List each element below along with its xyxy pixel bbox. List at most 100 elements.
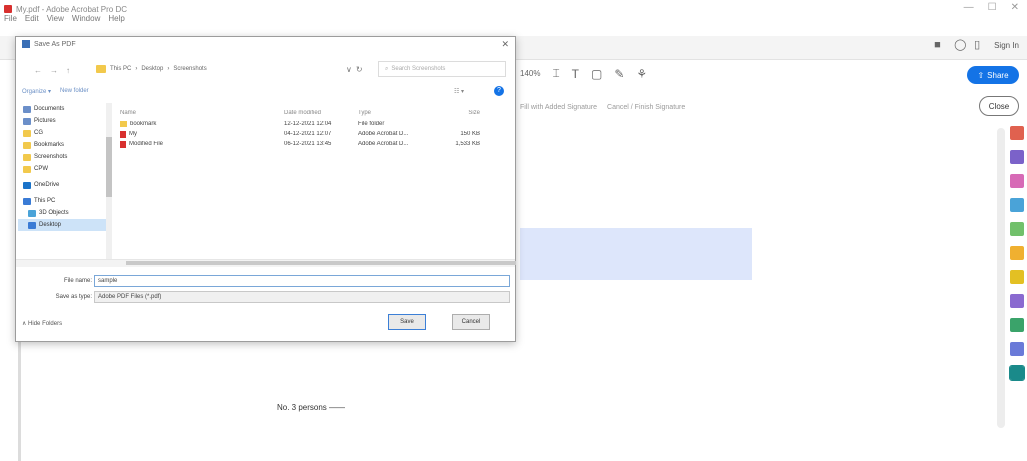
save-as-dialog: Save As PDF ✕ ← → ↑ This PC › Desktop › … — [15, 36, 516, 342]
file-type: Adobe Acrobat D... — [358, 131, 409, 137]
close-window-button[interactable]: ✕ — [1011, 2, 1019, 13]
file-name-row: File name: sample — [16, 275, 515, 289]
new-folder-button[interactable]: New folder — [60, 88, 89, 94]
select-icon[interactable]: ⌶ — [552, 66, 559, 81]
dialog-title: Save As PDF — [34, 40, 76, 48]
menu-view[interactable]: View — [47, 14, 64, 23]
combine-files-icon[interactable] — [1010, 198, 1024, 212]
navigation-pane: Documents Pictures CG Bookmarks Screensh… — [18, 103, 110, 263]
comment-icon[interactable]: ▢ — [591, 67, 602, 81]
crumb-this-pc[interactable]: This PC — [110, 66, 131, 72]
search-icon: ⌕ — [385, 65, 389, 72]
view-options-button[interactable]: ☷ ▾ — [454, 88, 464, 95]
nav-item-cpw[interactable]: CPW — [18, 163, 110, 175]
file-list-header: Name Date modified Type Size — [116, 107, 508, 119]
file-row[interactable]: Modified File 06-12-2021 13:45 Adobe Acr… — [116, 139, 508, 149]
save-type-select[interactable]: Adobe PDF Files (*.pdf) — [94, 291, 510, 303]
scan-ocr-icon[interactable] — [1010, 270, 1024, 284]
desktop-icon — [28, 221, 36, 229]
file-row[interactable]: My 04-12-2021 12:07 Adobe Acrobat D... 1… — [116, 129, 508, 139]
pen-icon[interactable]: ✎ — [614, 67, 624, 81]
edit-pdf-icon[interactable] — [1010, 174, 1024, 188]
menu-file[interactable]: File — [4, 14, 17, 23]
organize-pages-icon[interactable] — [1010, 222, 1024, 236]
save-button[interactable]: Save — [388, 314, 426, 330]
help-icon[interactable]: ◯ — [954, 40, 966, 51]
tools-more-icon[interactable] — [1009, 365, 1025, 381]
sign-in-button[interactable]: Sign In — [994, 41, 1019, 50]
refresh-icon[interactable]: ↻ — [356, 65, 363, 74]
protect-icon[interactable] — [1010, 342, 1024, 356]
nav-item-desktop[interactable]: Desktop — [18, 219, 110, 231]
bell-icon[interactable]: ▯ — [974, 40, 984, 51]
fill-hint-1[interactable]: Fill with Added Signature — [520, 104, 597, 111]
nav-item-onedrive[interactable]: OneDrive — [18, 179, 110, 191]
cancel-button[interactable]: Cancel — [452, 314, 490, 330]
up-arrow-icon[interactable]: ↑ — [66, 66, 70, 75]
search-input[interactable]: ⌕ Search Screenshots — [378, 61, 506, 77]
fill-sign-icon[interactable] — [1010, 294, 1024, 308]
crumb-screenshots[interactable]: Screenshots — [173, 66, 206, 72]
nav-item-cg[interactable]: CG — [18, 127, 110, 139]
dialog-refresh: ∨ ↻ — [346, 61, 372, 77]
share-button[interactable]: ⇧ Share — [967, 66, 1019, 84]
share-icon: ⇧ — [977, 70, 985, 80]
folder-icon — [23, 153, 31, 161]
column-date[interactable]: Date modified — [284, 110, 358, 116]
dialog-pdf-icon — [22, 40, 30, 48]
column-size[interactable]: Size — [430, 110, 480, 116]
file-type: Adobe Acrobat D... — [358, 141, 409, 147]
crumb-desktop[interactable]: Desktop — [141, 66, 163, 72]
column-name[interactable]: Name — [116, 110, 284, 116]
file-name-field[interactable]: sample — [94, 275, 510, 287]
minimize-button[interactable]: — — [964, 2, 974, 13]
create-pdf-icon[interactable] — [1010, 150, 1024, 164]
file-name: bookmark — [130, 121, 157, 127]
share-label: Share — [987, 70, 1009, 80]
file-size: 1,533 KB — [455, 141, 480, 147]
right-tools-panel — [1009, 126, 1025, 381]
menu-window[interactable]: Window — [72, 14, 100, 23]
folder-icon — [23, 129, 31, 137]
nav-item-documents[interactable]: Documents — [18, 103, 110, 115]
hide-folders-toggle[interactable]: ∧ Hide Folders — [22, 320, 62, 327]
comment-tool-icon[interactable] — [1010, 246, 1024, 260]
nav-item-pictures[interactable]: Pictures — [18, 115, 110, 127]
menu-help[interactable]: Help — [108, 14, 124, 23]
request-signature-icon[interactable] — [1010, 318, 1024, 332]
maximize-button[interactable]: ☐ — [988, 2, 997, 13]
file-date: 12-12-2021 12:04 — [284, 121, 332, 127]
close-tool-button[interactable]: Close — [979, 96, 1019, 116]
zoom-level[interactable]: 140% — [520, 69, 540, 78]
nav-pane-scroll-thumb[interactable] — [106, 137, 112, 197]
back-arrow-icon[interactable]: ← — [34, 66, 42, 75]
pictures-icon — [23, 117, 31, 125]
dialog-help-icon[interactable]: ? — [494, 86, 504, 96]
column-type[interactable]: Type — [358, 110, 430, 116]
organize-button[interactable]: Organize ▾ — [22, 88, 51, 95]
computer-icon — [23, 197, 31, 205]
file-row[interactable]: bookmark 12-12-2021 12:04 File folder — [116, 119, 508, 129]
hscroll-thumb[interactable] — [126, 261, 516, 265]
breadcrumb[interactable]: This PC › Desktop › Screenshots — [96, 61, 346, 77]
fill-hint-2[interactable]: Cancel / Finish Signature — [607, 104, 685, 111]
stamp-icon[interactable]: ⚘ — [636, 67, 647, 81]
file-name: Modified File — [129, 141, 164, 147]
pdf-file-icon — [120, 140, 126, 148]
export-pdf-icon[interactable] — [1010, 126, 1024, 140]
dialog-close-button[interactable]: ✕ — [501, 39, 509, 50]
menubar: File Edit View Window Help — [4, 14, 125, 23]
chevron-down-icon[interactable]: ∨ — [346, 65, 352, 74]
nav-item-this-pc[interactable]: This PC — [18, 195, 110, 207]
document-scrollbar[interactable] — [997, 128, 1005, 428]
nav-item-bookmarks[interactable]: Bookmarks — [18, 139, 110, 151]
nav-item-screenshots[interactable]: Screenshots — [18, 151, 110, 163]
search-placeholder: Search Screenshots — [391, 66, 446, 72]
chat-icon[interactable]: ■ — [934, 40, 944, 51]
forward-arrow-icon[interactable]: → — [50, 66, 58, 75]
document-text: No. 3 persons —— — [277, 403, 346, 412]
menu-edit[interactable]: Edit — [25, 14, 39, 23]
highlight-icon[interactable]: T — [572, 67, 579, 81]
fill-sign-bar: Fill with Added Signature Cancel / Finis… — [520, 96, 960, 118]
nav-item-3d-objects[interactable]: 3D Objects — [18, 207, 110, 219]
